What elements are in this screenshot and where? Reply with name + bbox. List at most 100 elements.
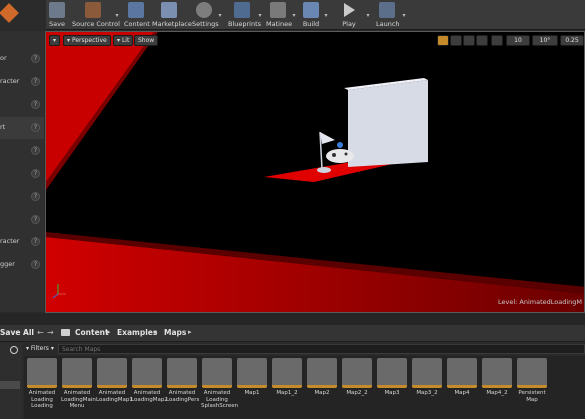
place-item[interactable]: ? — [0, 209, 44, 231]
blueprints-icon — [234, 2, 250, 18]
matinee-dropdown[interactable]: ▾ — [290, 3, 298, 27]
help-icon[interactable]: ? — [31, 260, 40, 269]
map-thumbnail-icon — [307, 358, 337, 388]
help-icon[interactable]: ? — [31, 123, 40, 132]
map-thumbnail-icon — [517, 358, 547, 388]
search-icon[interactable] — [10, 346, 18, 354]
build-button[interactable]: Build — [302, 0, 320, 30]
help-icon[interactable]: ? — [31, 237, 40, 246]
breadcrumb-maps[interactable]: Maps — [164, 328, 186, 337]
place-item[interactable]: ? — [0, 140, 44, 162]
map-thumbnail-icon — [202, 358, 232, 388]
scale-snap-button[interactable]: 0.25 — [560, 35, 584, 46]
marketplace-button[interactable]: Marketplace — [152, 0, 192, 30]
asset-tile[interactable]: Map3 — [376, 358, 408, 397]
place-item[interactable]: ? — [0, 163, 44, 185]
chevron-down-icon: ▾ — [292, 12, 296, 19]
asset-tile[interactable]: Map2_2 — [341, 358, 373, 397]
asset-tile[interactable]: Map4_2 — [481, 358, 513, 397]
asset-tile[interactable]: Animated Loading SplashScreen — [201, 358, 238, 410]
help-icon[interactable]: ? — [31, 54, 40, 63]
asset-tile[interactable]: Map1_2 — [271, 358, 303, 397]
selected-folder-row[interactable] — [0, 381, 20, 389]
filters-button[interactable]: ▾ Filters ▾ — [26, 344, 54, 354]
asset-tile[interactable]: Map4 — [446, 358, 478, 397]
source-control-button[interactable]: Source Control — [72, 0, 120, 30]
asset-tile[interactable]: Animated LoadingPers — [166, 358, 199, 403]
matinee-button[interactable]: Matinee — [266, 0, 292, 30]
back-icon[interactable]: ← — [37, 328, 44, 337]
world-space-icon[interactable] — [476, 35, 488, 46]
place-item[interactable]: racter? — [0, 71, 44, 93]
rotate-tool-icon[interactable] — [450, 35, 462, 46]
help-icon[interactable]: ? — [31, 100, 40, 109]
help-icon[interactable]: ? — [31, 146, 40, 155]
build-dropdown[interactable]: ▾ — [322, 3, 330, 27]
help-icon[interactable]: ? — [31, 169, 40, 178]
settings-dropdown[interactable]: ▾ — [216, 3, 224, 27]
launch-icon — [379, 2, 395, 18]
filter-bar: ▾ Filters ▾ — [24, 343, 585, 355]
map-thumbnail-icon — [342, 358, 372, 388]
launch-button[interactable]: Launch — [376, 0, 400, 30]
settings-button[interactable]: Settings — [192, 0, 219, 30]
settings-icon — [196, 2, 212, 18]
asset-tile[interactable]: Map1 — [236, 358, 268, 397]
place-item[interactable]: ? — [0, 94, 44, 116]
rotation-snap-button[interactable]: 10° — [532, 35, 558, 46]
asset-tile[interactable]: Map2 — [306, 358, 338, 397]
place-item[interactable]: rt? — [0, 117, 44, 139]
breadcrumb-examples[interactable]: Examples — [117, 328, 157, 337]
show-button[interactable]: Show — [134, 35, 159, 46]
chevron-right-icon[interactable]: ▸ — [188, 328, 192, 336]
asset-tile[interactable]: Persistent Map — [516, 358, 548, 403]
lit-button[interactable]: ▾ Lit — [113, 35, 134, 46]
asset-tile[interactable]: Map3_2 — [411, 358, 443, 397]
asset-tile[interactable]: Animated LoadingMap1 — [96, 358, 133, 403]
chevron-down-icon: ▾ — [366, 12, 370, 19]
translate-tool-icon[interactable] — [437, 35, 449, 46]
place-item[interactable]: gger? — [0, 254, 44, 276]
scale-tool-icon[interactable] — [463, 35, 475, 46]
blueprints-dropdown[interactable]: ▾ — [256, 3, 264, 27]
grid-snap-button[interactable]: 10 — [506, 35, 530, 46]
save-all-button[interactable]: Save All — [0, 328, 34, 337]
forward-icon[interactable]: → — [47, 328, 54, 337]
search-input[interactable] — [58, 344, 585, 354]
build-icon — [303, 2, 319, 18]
asset-tile[interactable]: Animated LoadingMap2 — [131, 358, 168, 403]
panel-splitter[interactable] — [0, 313, 585, 325]
perspective-button[interactable]: ▾ Perspective — [63, 35, 111, 46]
viewport-options-button[interactable]: ▾ — [49, 35, 60, 46]
asset-tile[interactable]: Animated Loading Loading — [26, 358, 58, 410]
map-thumbnail-icon — [237, 358, 267, 388]
map-thumbnail-icon — [97, 358, 127, 388]
editor-logo — [0, 0, 46, 30]
launch-dropdown[interactable]: ▾ — [400, 3, 408, 27]
main-toolbar: Save Source Control ▾ Content Marketplac… — [0, 0, 585, 30]
asset-tile[interactable]: Animated LoadingMain Menu — [61, 358, 96, 410]
scene-render — [46, 32, 584, 312]
chevron-down-icon: ▾ — [402, 12, 406, 19]
content-icon — [128, 2, 144, 18]
source-control-dropdown[interactable]: ▾ — [113, 3, 121, 27]
breadcrumb-content[interactable]: Content — [75, 328, 109, 337]
play-button[interactable]: Play — [340, 0, 358, 30]
place-item[interactable]: racter? — [0, 231, 44, 253]
chevron-right-icon[interactable]: ▸ — [107, 328, 111, 336]
level-viewport[interactable]: ▾ ▾ Perspective ▾ Lit Show 10 10° 0.25 L… — [45, 31, 585, 313]
content-button[interactable]: Content — [124, 0, 150, 30]
chevron-right-icon[interactable]: ▸ — [154, 328, 158, 336]
chevron-down-icon: ▾ — [117, 37, 121, 44]
save-button[interactable]: Save — [48, 0, 66, 30]
place-item[interactable]: or? — [0, 48, 44, 70]
surface-snap-icon[interactable] — [491, 35, 503, 46]
help-icon[interactable]: ? — [31, 215, 40, 224]
content-browser-header: Save All ← → Content ▸ Examples ▸ Maps ▸ — [0, 325, 585, 342]
help-icon[interactable]: ? — [31, 77, 40, 86]
asset-grid: Animated Loading Loading Animated Loadin… — [24, 356, 585, 419]
help-icon[interactable]: ? — [31, 192, 40, 201]
place-item[interactable]: ? — [0, 186, 44, 208]
blueprints-button[interactable]: Blueprints — [228, 0, 261, 30]
play-dropdown[interactable]: ▾ — [364, 3, 372, 27]
